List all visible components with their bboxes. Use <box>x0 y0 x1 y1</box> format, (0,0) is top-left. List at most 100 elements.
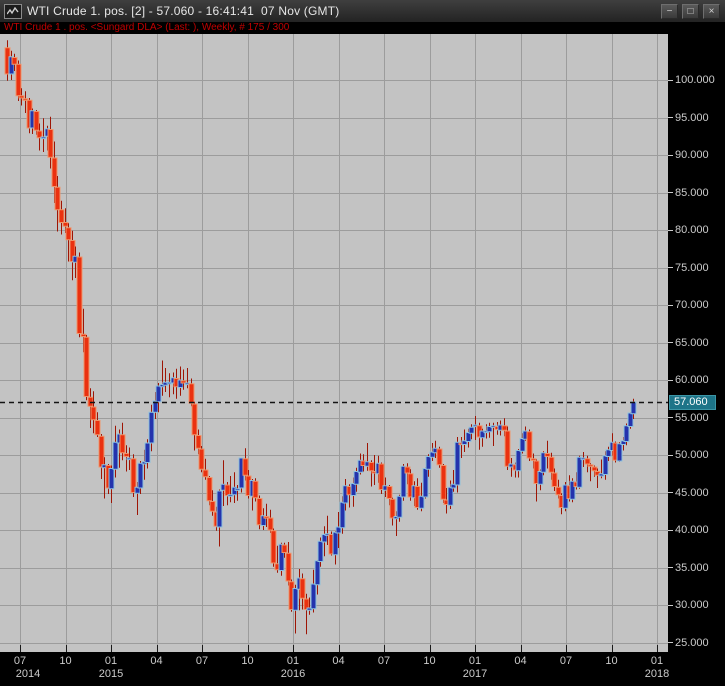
candle-body <box>466 433 471 442</box>
candle-body <box>55 187 60 210</box>
candle-body <box>156 386 161 402</box>
instrument-header: WTI Crude 1 . pos. <Sungard DLA> (Last: … <box>0 22 725 34</box>
y-axis-tick <box>668 530 673 531</box>
candlestick-chart[interactable] <box>0 34 668 652</box>
candle-body <box>588 465 593 467</box>
y-axis-label-text: 85.000 <box>675 187 709 199</box>
candle-body <box>149 412 154 443</box>
y-axis-tick <box>668 80 673 81</box>
y-axis-label: 60.000 <box>668 374 709 386</box>
candle-body <box>138 463 143 488</box>
y-axis-label: 75.000 <box>668 262 709 274</box>
candle-body <box>603 456 608 475</box>
y-axis-tick <box>668 567 673 568</box>
candle-body <box>19 96 24 98</box>
candle-body <box>502 426 507 431</box>
x-axis-month-label: 10 <box>59 655 71 667</box>
window-title: WTI Crude 1. pos. [2] - 57.060 - 16:41:4… <box>27 4 661 18</box>
y-axis-label-text: 35.000 <box>675 562 709 574</box>
window-controls: − □ × <box>661 4 720 19</box>
candle-body <box>311 584 316 609</box>
title-bar[interactable]: WTI Crude 1. pos. [2] - 57.060 - 16:41:4… <box>0 0 725 22</box>
y-axis-label-text: 70.000 <box>675 299 709 311</box>
close-button[interactable]: × <box>703 4 720 19</box>
candle-body <box>628 413 633 427</box>
candle-body <box>12 58 17 65</box>
x-axis-year-label: 2018 <box>645 668 669 680</box>
candle-body <box>552 473 557 487</box>
candle-body <box>286 553 291 581</box>
candle-body <box>282 545 287 553</box>
y-axis-label: 40.000 <box>668 524 709 536</box>
candle-body <box>81 334 86 336</box>
candle-body <box>520 439 525 452</box>
x-axis-month-label: 04 <box>150 655 162 667</box>
y-axis-tick <box>668 155 673 156</box>
x-axis-month-label: 07 <box>196 655 208 667</box>
y-axis-tick <box>668 267 673 268</box>
x-axis-year-label: 2017 <box>463 668 487 680</box>
y-axis-tick <box>668 642 673 643</box>
last-price-label: 57.060 <box>669 395 716 410</box>
maximize-button[interactable]: □ <box>682 4 699 19</box>
y-axis-label-text: 30.000 <box>675 599 709 611</box>
minimize-button[interactable]: − <box>661 4 678 19</box>
candle-body <box>441 466 446 500</box>
y-axis-label-text: 65.000 <box>675 337 709 349</box>
candle-body <box>16 64 21 96</box>
y-axis-tick <box>668 117 673 118</box>
x-axis-month-label: 10 <box>241 655 253 667</box>
candle-body <box>617 444 622 461</box>
candle-body <box>99 436 104 467</box>
candle-body <box>592 467 597 471</box>
candle-body <box>538 472 543 485</box>
candle-body <box>52 158 57 187</box>
candle-body <box>217 491 222 527</box>
candle-body <box>300 579 305 599</box>
candle-body <box>189 384 194 404</box>
y-axis-label: 85.000 <box>668 187 709 199</box>
candle-body <box>95 421 100 435</box>
x-axis-month-label: 10 <box>605 655 617 667</box>
candle-body <box>549 457 554 472</box>
candle-body <box>545 454 550 457</box>
candle-body <box>315 561 320 585</box>
candle-body <box>199 449 204 469</box>
candle-body <box>397 496 402 517</box>
x-axis-year-label: 2014 <box>16 668 40 680</box>
candle-body <box>113 442 118 469</box>
y-axis-label-text: 90.000 <box>675 149 709 161</box>
y-axis-label: 100.000 <box>668 74 715 86</box>
x-axis-month-label: 04 <box>332 655 344 667</box>
candle-body <box>293 589 298 611</box>
chart-icon[interactable] <box>4 4 22 19</box>
x-axis-month-label: 07 <box>14 655 26 667</box>
candle-body <box>253 481 258 498</box>
y-axis-label: 50.000 <box>668 449 709 461</box>
candle-body <box>516 451 521 471</box>
candle-body <box>369 463 374 471</box>
x-axis-month-label: 01 <box>469 655 481 667</box>
candle-body <box>66 228 71 240</box>
candle-body <box>469 427 474 433</box>
y-axis-label: 30.000 <box>668 599 709 611</box>
y-axis-label: 70.000 <box>668 299 709 311</box>
x-axis: 0710010407100104071001040710012014201520… <box>0 652 725 686</box>
x-axis-month-label: 07 <box>560 655 572 667</box>
y-axis-label-text: 60.000 <box>675 374 709 386</box>
candle-body <box>210 502 215 512</box>
y-axis-tick <box>668 417 673 418</box>
candle-body <box>577 457 582 487</box>
price-chart-plot[interactable] <box>0 34 668 652</box>
x-axis-month-label: 04 <box>514 655 526 667</box>
candle-body <box>225 485 230 496</box>
y-axis-tick <box>668 380 673 381</box>
y-axis-label: 80.000 <box>668 224 709 236</box>
x-axis-year-label: 2015 <box>99 668 123 680</box>
candle-body <box>145 443 150 463</box>
x-axis-month-label: 07 <box>378 655 390 667</box>
candle-body <box>505 431 510 466</box>
x-axis-month-label: 01 <box>105 655 117 667</box>
candle-body <box>455 442 460 485</box>
candle-body <box>268 518 273 530</box>
